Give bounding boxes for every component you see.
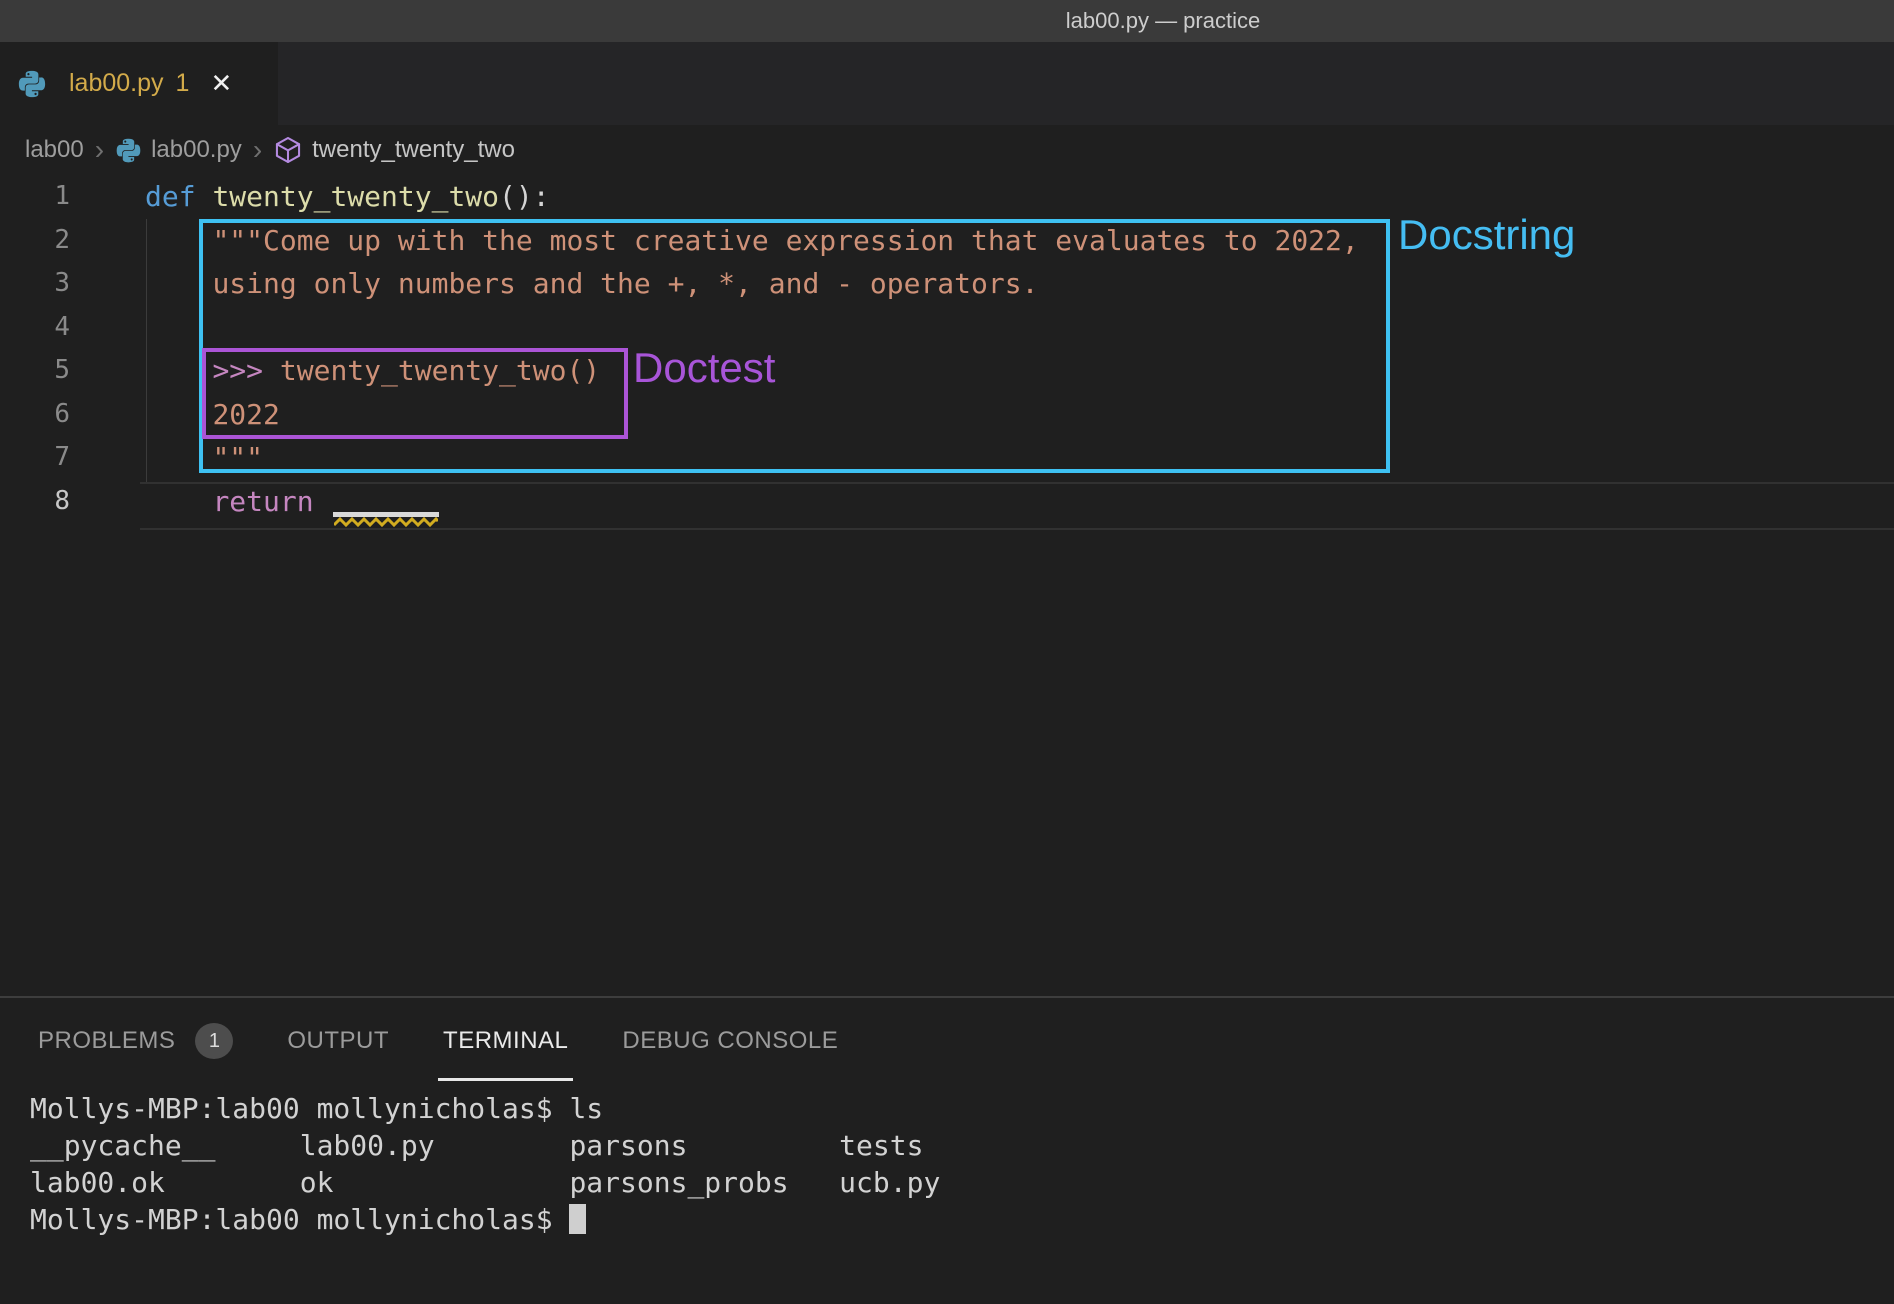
tab-strip: lab00.py 1 ✕ bbox=[0, 42, 1894, 125]
problems-count-badge: 1 bbox=[195, 1023, 233, 1059]
tab-modified-badge: 1 bbox=[176, 69, 190, 98]
panel-tab-label: DEBUG CONSOLE bbox=[622, 1027, 838, 1055]
symbol-cube-icon bbox=[273, 135, 303, 165]
chevron-right-icon: › bbox=[95, 136, 104, 164]
code-line[interactable]: def twenty_twenty_two(): bbox=[0, 175, 1894, 219]
terminal-line: lab00.ok ok parsons_probs ucb.py bbox=[30, 1164, 940, 1201]
doctest-annotation-box bbox=[202, 348, 628, 439]
editor-tab-lab00[interactable]: lab00.py 1 ✕ bbox=[0, 42, 278, 125]
python-icon bbox=[17, 69, 47, 99]
panel-tab-debug-console[interactable]: DEBUG CONSOLE bbox=[622, 998, 838, 1084]
breadcrumb-file[interactable]: lab00.py bbox=[151, 136, 242, 164]
panel-tab-bar: PROBLEMS 1 OUTPUT TERMINAL DEBUG CONSOLE bbox=[0, 996, 1894, 1084]
doctest-annotation-label: Doctest bbox=[633, 344, 775, 392]
close-icon[interactable]: ✕ bbox=[210, 68, 232, 99]
terminal-cursor bbox=[569, 1204, 586, 1234]
panel-tab-label: PROBLEMS bbox=[38, 1027, 175, 1055]
terminal-line: Mollys-MBP:lab00 mollynicholas$ ls bbox=[30, 1090, 940, 1127]
breadcrumb: lab00 › lab00.py › twenty_twenty_two bbox=[0, 125, 1894, 175]
code-line[interactable]: return bbox=[0, 480, 1894, 524]
window-title: lab00.py — practice bbox=[1066, 8, 1260, 34]
panel-tab-output[interactable]: OUTPUT bbox=[287, 998, 389, 1084]
breadcrumb-folder[interactable]: lab00 bbox=[25, 136, 84, 164]
terminal-line: Mollys-MBP:lab00 mollynicholas$ bbox=[30, 1201, 940, 1238]
panel-tab-terminal[interactable]: TERMINAL bbox=[443, 998, 568, 1084]
title-bar: lab00.py — practice bbox=[0, 0, 1894, 42]
python-icon bbox=[115, 137, 142, 164]
terminal-line: __pycache__ lab00.py parsons tests bbox=[30, 1127, 940, 1164]
chevron-right-icon: › bbox=[253, 136, 262, 164]
tab-filename: lab00.py bbox=[69, 69, 164, 98]
terminal-output[interactable]: Mollys-MBP:lab00 mollynicholas$ ls__pyca… bbox=[30, 1090, 940, 1238]
panel-tab-label: TERMINAL bbox=[443, 1027, 568, 1055]
warning-squiggle bbox=[334, 515, 438, 526]
vscode-window: { "window": { "title": "lab00.py — pract… bbox=[0, 0, 1894, 1304]
docstring-annotation-label: Docstring bbox=[1398, 211, 1575, 259]
panel-tab-problems[interactable]: PROBLEMS 1 bbox=[38, 998, 233, 1084]
panel-tab-label: OUTPUT bbox=[287, 1027, 389, 1055]
breadcrumb-symbol[interactable]: twenty_twenty_two bbox=[312, 136, 515, 164]
